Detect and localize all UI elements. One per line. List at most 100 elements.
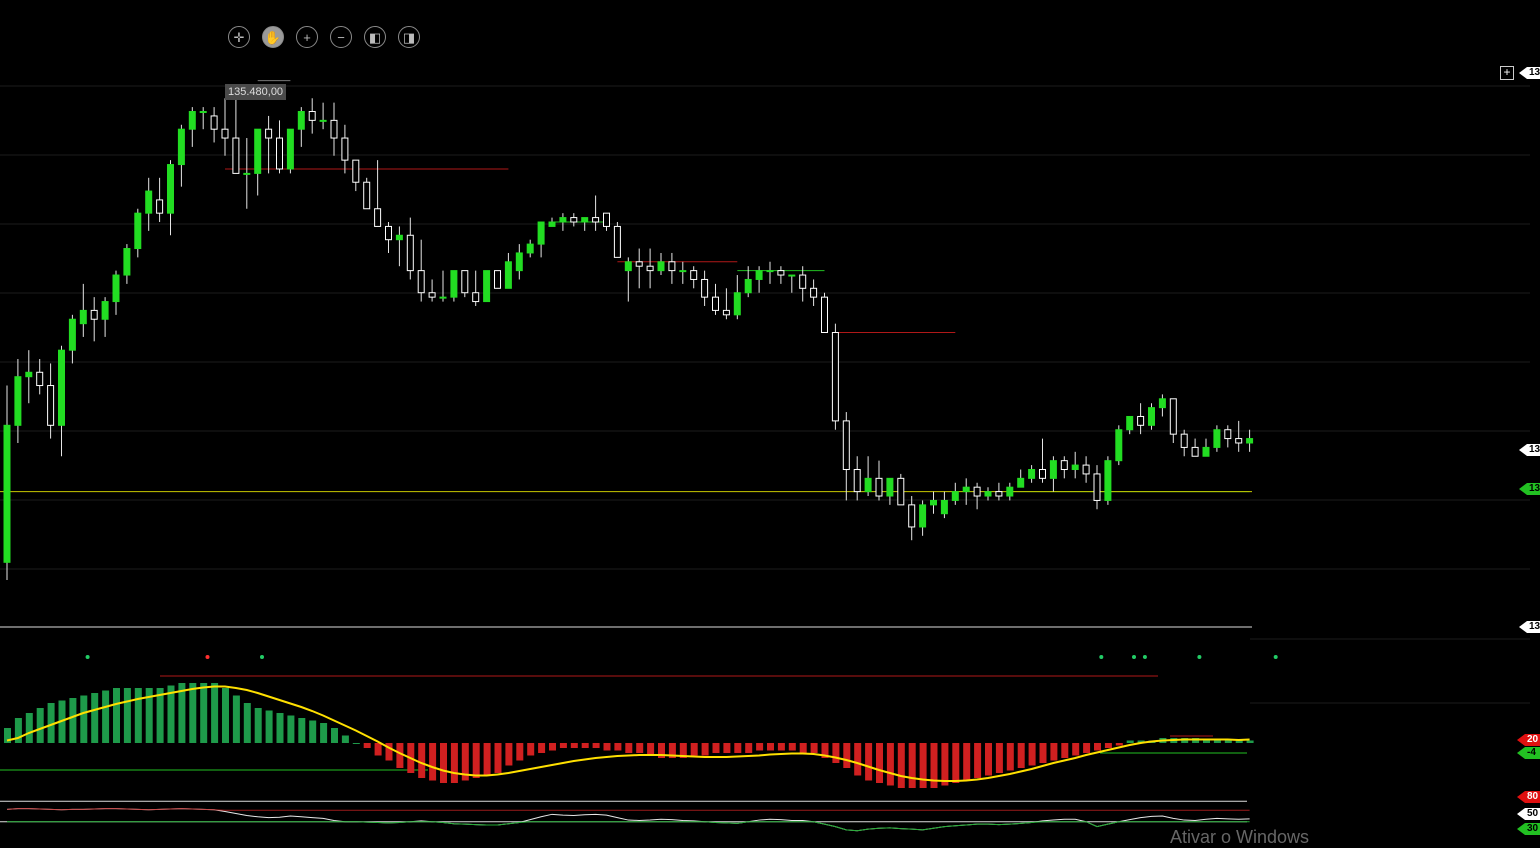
candle xyxy=(395,226,403,267)
signal-dot xyxy=(205,655,210,659)
macd-bar xyxy=(374,743,382,756)
macd-bar xyxy=(1061,743,1069,758)
candle-body xyxy=(14,376,22,426)
candle xyxy=(134,208,142,258)
rsi-oversold-line xyxy=(7,821,1250,832)
candle-body xyxy=(47,385,55,426)
candle xyxy=(297,107,305,147)
candle-body xyxy=(930,499,937,506)
candle xyxy=(276,120,283,174)
crosshair-tool-button[interactable]: ✛ xyxy=(228,26,250,48)
scroll-right-button[interactable]: ◨ xyxy=(398,26,420,48)
expand-icon[interactable]: + xyxy=(1500,66,1514,80)
candle xyxy=(439,270,447,302)
pan-tool-button[interactable]: ✋ xyxy=(262,26,284,48)
candle-body xyxy=(984,491,992,497)
zoom-out-button[interactable]: − xyxy=(330,26,352,48)
candle-body xyxy=(1191,446,1199,457)
candle xyxy=(112,270,120,315)
candle-body xyxy=(297,111,305,130)
macd-bar xyxy=(396,743,404,768)
macd-bar xyxy=(995,743,1003,773)
candle xyxy=(548,217,556,227)
candle xyxy=(36,359,44,395)
candle-body xyxy=(744,278,752,294)
candle-body xyxy=(537,221,545,245)
candle-body xyxy=(483,270,491,303)
candle-body xyxy=(1060,460,1068,471)
candle xyxy=(897,473,905,506)
macd-bar xyxy=(570,743,578,748)
candle xyxy=(1028,465,1036,483)
candle xyxy=(1246,429,1254,452)
candle-body xyxy=(766,270,774,273)
candle-body xyxy=(603,212,610,227)
candle xyxy=(1071,451,1079,479)
candle-body xyxy=(592,217,600,223)
candle-body xyxy=(1006,486,1014,497)
macd-bar xyxy=(799,743,807,753)
candle-body xyxy=(777,270,785,276)
macd-bar xyxy=(701,743,709,756)
candle-body xyxy=(1137,415,1145,426)
candle-body xyxy=(897,477,905,506)
signal-dot xyxy=(260,655,264,659)
candle-body xyxy=(559,217,567,223)
candle xyxy=(199,107,207,130)
macd-bar xyxy=(963,743,971,781)
candle-body xyxy=(1224,429,1232,440)
candle-body xyxy=(886,477,894,497)
macd-bar xyxy=(298,718,306,743)
macd-bar xyxy=(320,723,328,743)
macd-bar xyxy=(494,743,502,773)
candle xyxy=(646,248,654,289)
candle-body xyxy=(363,181,371,210)
macd-bar xyxy=(941,743,949,786)
price-candles[interactable] xyxy=(3,98,1254,580)
zoom-in-button[interactable]: + xyxy=(296,26,318,48)
candle-body xyxy=(450,270,458,298)
candle-body xyxy=(494,270,501,289)
chart-stage xyxy=(0,80,1530,832)
macd-bar xyxy=(211,683,219,743)
macd-bar xyxy=(767,743,774,751)
candle-body xyxy=(406,234,414,272)
candle xyxy=(504,252,512,289)
candle xyxy=(47,363,55,439)
candle-body xyxy=(265,128,273,139)
candle-body xyxy=(624,261,632,272)
candle-body xyxy=(1202,446,1210,457)
candle-body xyxy=(1071,464,1079,471)
macd-bar xyxy=(919,743,927,788)
candle-body xyxy=(319,119,327,122)
candle xyxy=(537,221,545,258)
macd-bar xyxy=(222,688,229,743)
macd-bar xyxy=(756,743,764,751)
candle-body xyxy=(210,115,218,130)
candle xyxy=(25,350,33,404)
candle xyxy=(951,482,959,505)
candle xyxy=(79,283,87,337)
candle-body xyxy=(58,349,65,426)
macd-bar xyxy=(636,743,644,753)
candle-body xyxy=(134,212,142,250)
macd-bar xyxy=(1126,740,1134,743)
candle-body xyxy=(1017,477,1025,488)
candle-body xyxy=(504,261,512,289)
candle-body xyxy=(940,499,948,515)
macd-bar xyxy=(625,743,633,753)
candle-body xyxy=(352,159,360,183)
signal-dot xyxy=(1132,655,1136,659)
macd-bar xyxy=(1050,743,1058,761)
candle-body xyxy=(308,111,316,121)
candle xyxy=(177,124,185,187)
candle-body xyxy=(788,274,796,277)
macd-bar xyxy=(483,743,491,776)
candle-body xyxy=(842,420,850,471)
candle xyxy=(461,270,469,298)
macd-bar xyxy=(690,743,698,756)
macd-bar xyxy=(1104,743,1112,748)
scroll-left-button[interactable]: ◧ xyxy=(364,26,386,48)
candle xyxy=(1169,398,1177,443)
macd-bar xyxy=(123,688,131,743)
